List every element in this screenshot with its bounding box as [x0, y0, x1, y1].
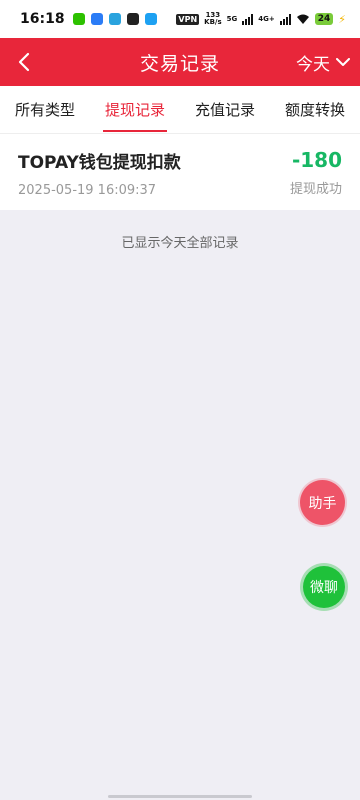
telegram-icon: [108, 13, 121, 25]
wifi-icon: [296, 14, 309, 24]
signal-bars-icon: [279, 13, 291, 25]
vpn-badge: VPN: [176, 13, 200, 25]
date-filter-dropdown[interactable]: 今天: [296, 50, 350, 75]
chevron-down-icon: [336, 57, 350, 66]
status-left: 16:18: [20, 11, 157, 27]
assistant-button[interactable]: 助手: [300, 480, 345, 525]
app-header: 交易记录 今天: [0, 38, 360, 86]
status-time: 16:18: [20, 11, 65, 27]
signal-bars-icon: [242, 13, 254, 25]
speed-unit: KB/s: [204, 18, 222, 26]
signal-label-1: 5G: [226, 15, 238, 23]
back-button[interactable]: [12, 50, 36, 74]
transaction-amount: -180: [291, 148, 342, 172]
tab-withdrawal-records[interactable]: 提现记录: [90, 86, 180, 134]
wechat-button[interactable]: 微聊: [303, 566, 345, 608]
home-indicator[interactable]: [108, 795, 252, 798]
status-bar: 16:18 VPN 133 KB/s 5G 4G+ 24 ⚡: [0, 0, 360, 38]
wechat-icon: [72, 13, 85, 25]
app-icon: [90, 13, 103, 25]
page-title: 交易记录: [139, 52, 220, 75]
record-type-tabs: 所有类型 提现记录 充值记录 额度转换: [0, 86, 360, 134]
app-icon: [144, 13, 157, 25]
network-speed: 133 KB/s: [204, 12, 221, 26]
tab-deposit-records[interactable]: 充值记录: [180, 86, 270, 134]
signal-label-2: 4G+: [258, 15, 275, 23]
tab-all-types[interactable]: 所有类型: [0, 86, 90, 134]
tab-quota-transfer[interactable]: 额度转换: [270, 86, 360, 134]
battery-icon: 24: [314, 13, 334, 25]
status-right: VPN 133 KB/s 5G 4G+ 24 ⚡: [176, 12, 346, 26]
charging-icon: ⚡: [338, 12, 346, 26]
app-icon: [126, 13, 139, 25]
list-end-note: 已显示今天全部记录: [121, 236, 239, 251]
transaction-status: 提现成功: [289, 182, 342, 197]
date-filter-label: 今天: [296, 54, 330, 75]
chevron-left-icon: [18, 52, 30, 72]
transaction-row[interactable]: TOPAY钱包提现扣款 2025-05-19 16:09:37 -180 提现成…: [0, 134, 360, 210]
